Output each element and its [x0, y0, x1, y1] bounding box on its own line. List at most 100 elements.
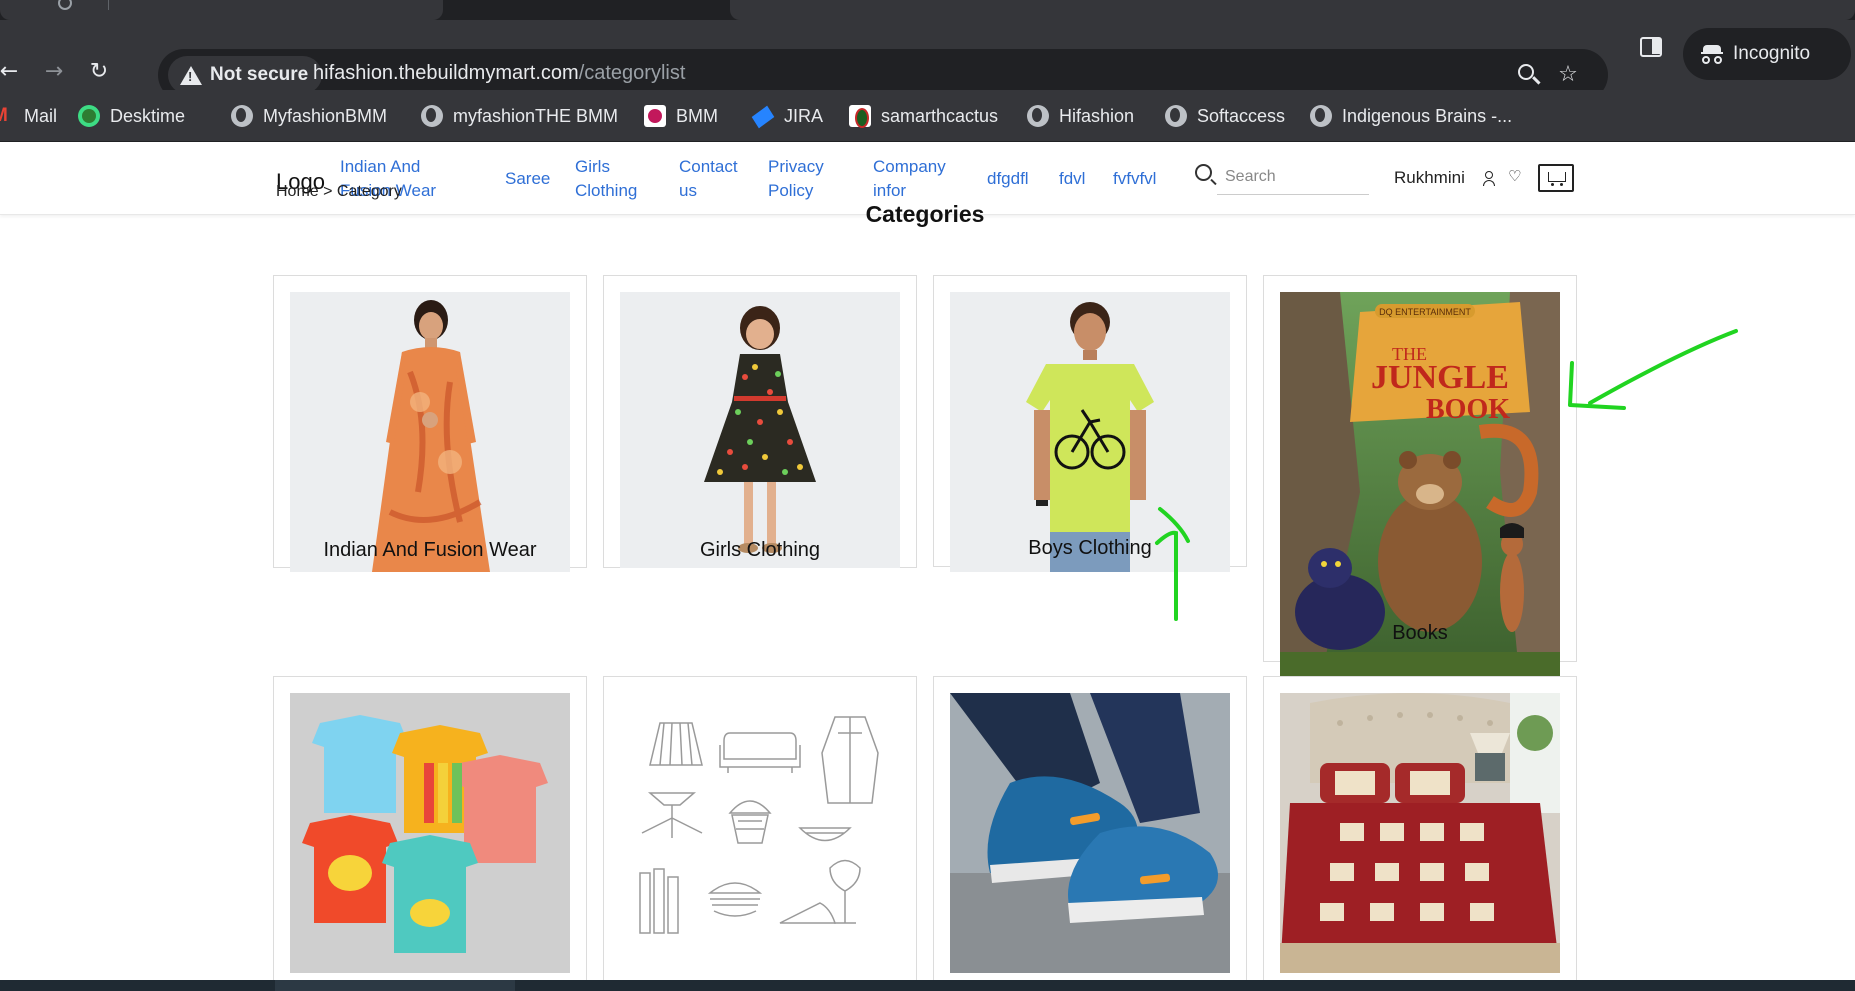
nav-company-infor[interactable]: Company infor: [873, 155, 946, 203]
url-path: /categorylist: [578, 62, 686, 84]
browser-tab[interactable]: [730, 0, 1855, 20]
nav-fdvl[interactable]: fdvl: [1059, 167, 1085, 191]
security-chip[interactable]: Not secure: [168, 56, 323, 94]
category-image: [950, 292, 1230, 572]
incognito-badge[interactable]: Incognito: [1683, 28, 1851, 80]
web-page: Logo Indian And Fusion Wear Saree Girls Cl…: [0, 143, 1855, 981]
book-publisher-text: DQ ENTERTAINMENT: [1379, 307, 1471, 317]
nav-label: Clothing: [575, 181, 638, 200]
woman-in-orange-kurta-image: [290, 292, 570, 572]
taskbar-item[interactable]: [275, 980, 515, 991]
bookmark-label: myfashionTHE BMM: [453, 105, 619, 126]
globe-icon: [421, 105, 443, 127]
nav-label: Contact: [679, 157, 738, 176]
book-title-text: JUNGLE: [1371, 359, 1509, 396]
bookmark-samarthcactus[interactable]: samarthcactus: [849, 98, 998, 134]
bookmark-myfashionthebmm[interactable]: myfashionTHE BMM: [421, 98, 618, 134]
category-name: Girls Clothing: [699, 539, 821, 561]
cart-button[interactable]: [1538, 164, 1574, 192]
url-text[interactable]: hifashion.thebuildmymart.com/categorylis…: [313, 62, 685, 85]
forward-button[interactable]: →: [41, 59, 67, 85]
annotation-left-arrow: [1568, 329, 1738, 410]
bookmarks-bar: Mail Desktime MyfashionBMM myfashionTHE …: [0, 90, 1855, 142]
category-name: Books: [1392, 622, 1448, 644]
bookmark-jira[interactable]: JIRA: [752, 98, 823, 134]
user-name[interactable]: Rukhmini: [1394, 168, 1465, 188]
nav-label: fdvl: [1059, 169, 1086, 188]
nav-label: Privacy: [768, 157, 824, 176]
globe-icon: [231, 105, 253, 127]
category-image: [620, 693, 900, 973]
category-image: [290, 693, 570, 973]
kids-tshirts-image: [290, 693, 570, 973]
globe-icon: [1165, 105, 1187, 127]
nav-label: Company: [873, 157, 946, 176]
bookmark-label: Hifashion: [1059, 105, 1135, 126]
nav-dfgdfl[interactable]: dfgdfl: [987, 167, 1029, 191]
nav-privacy-policy[interactable]: Privacy Policy: [768, 155, 824, 203]
category-card[interactable]: [933, 676, 1247, 981]
nav-contact-us[interactable]: Contact us: [679, 155, 738, 203]
nav-girls-clothing[interactable]: Girls Clothing: [575, 155, 637, 203]
nav-saree[interactable]: Saree: [505, 167, 550, 191]
category-card[interactable]: [603, 676, 917, 981]
category-image: [1280, 693, 1560, 973]
category-card[interactable]: Girls Clothing: [603, 275, 917, 568]
nav-label: infor: [873, 181, 907, 200]
nav-label: dfgdfl: [987, 169, 1029, 188]
bookmark-label: Softaccess: [1197, 105, 1286, 126]
book-title2-text: BOOK: [1426, 394, 1510, 425]
bookmark-bmm[interactable]: BMM: [644, 98, 718, 134]
category-image: [950, 693, 1230, 973]
globe-icon: [1027, 105, 1049, 127]
site-search: [1195, 159, 1370, 195]
wishlist-heart-icon[interactable]: ♡: [1508, 167, 1521, 185]
browser-tab[interactable]: [0, 0, 443, 20]
incognito-icon: [1701, 43, 1723, 65]
category-image: [290, 292, 570, 572]
warning-icon: [180, 65, 202, 85]
bookmark-indigenous-brains[interactable]: Indigenous Brains -...: [1310, 98, 1512, 134]
blue-sneakers-image: [950, 693, 1230, 973]
category-name: Indian And Fusion Wear: [323, 539, 537, 561]
search-input[interactable]: [1217, 159, 1369, 195]
desktime-icon: [78, 105, 100, 127]
bookmark-softaccess[interactable]: Softaccess: [1165, 98, 1285, 134]
os-taskbar: [0, 980, 1855, 991]
star-icon[interactable]: ☆: [1554, 61, 1582, 89]
incognito-label: Incognito: [1733, 43, 1811, 64]
nav-label: Indian And: [340, 157, 421, 176]
bmm-icon: [644, 105, 666, 127]
globe-icon: [1310, 105, 1332, 127]
category-card[interactable]: [273, 676, 587, 981]
nav-fvfvfvl[interactable]: fvfvfvl: [1113, 167, 1156, 191]
back-button[interactable]: ←: [0, 59, 22, 85]
side-panel-icon[interactable]: [1640, 37, 1662, 57]
bookmark-label: Mail: [24, 105, 58, 126]
girl-in-floral-dress-image: [620, 292, 900, 568]
nav-label: fvfvfvl: [1113, 169, 1157, 188]
search-icon[interactable]: [1195, 164, 1212, 181]
url-host: hifashion.thebuildmymart.com: [313, 62, 579, 84]
bookmark-label: JIRA: [784, 105, 824, 126]
bookmark-hifashion[interactable]: Hifashion: [1027, 98, 1134, 134]
zoom-icon[interactable]: [1518, 64, 1534, 80]
category-card[interactable]: Boys Clothing: [933, 275, 1247, 572]
bookmark-mail[interactable]: Mail: [0, 98, 57, 134]
category-card[interactable]: DQ ENTERTAINMENT THE JUNGLE BOOK Books: [1263, 275, 1577, 684]
bookmark-myfashionbmm[interactable]: MyfashionBMM: [231, 98, 387, 134]
page-title: Categories: [865, 201, 985, 227]
category-card[interactable]: Indian And Fusion Wear: [273, 275, 587, 572]
bookmark-label: Indigenous Brains -...: [1342, 105, 1513, 126]
nav-label: us: [679, 181, 697, 200]
user-icon[interactable]: [1483, 171, 1495, 186]
bookmark-label: BMM: [676, 105, 718, 126]
bookmark-label: samarthcactus: [881, 105, 999, 126]
bookmark-label: Desktime: [110, 105, 186, 126]
breadcrumb[interactable]: Home > Category: [276, 183, 402, 201]
bookmark-desktime[interactable]: Desktime: [78, 98, 185, 134]
category-card[interactable]: [1263, 676, 1577, 981]
security-label: Not secure: [210, 64, 309, 85]
nav-label: Policy: [768, 181, 814, 200]
reload-button[interactable]: ↻: [86, 59, 112, 85]
